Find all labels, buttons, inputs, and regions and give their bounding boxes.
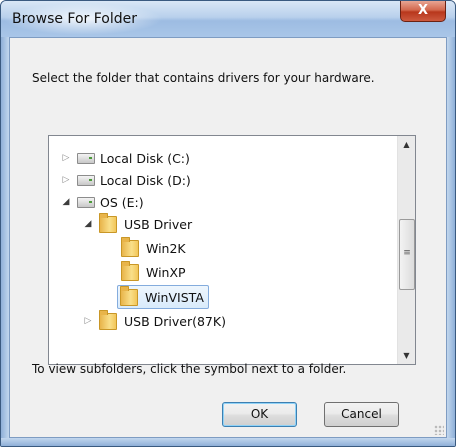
tree-item-win2k[interactable]: Win2K (121, 236, 186, 259)
collapse-arrow-icon[interactable]: ◢ (61, 197, 71, 207)
browse-for-folder-dialog: Browse For Folder X Select the folder th… (0, 0, 456, 447)
frame-bottom (1, 438, 455, 446)
tree-item-label: Win2K (146, 240, 186, 256)
instruction-text: Select the folder that contains drivers … (32, 71, 375, 85)
resize-grip-icon[interactable] (434, 425, 444, 435)
folder-icon (121, 236, 139, 257)
tree-item-label: Local Disk (C:) (100, 150, 190, 166)
folder-icon (120, 285, 138, 306)
drive-icon (77, 196, 95, 208)
tree-item-os-e[interactable]: ◢ OS (E:) (61, 191, 144, 213)
tree-item-label: WinVISTA (145, 289, 204, 305)
hint-text: To view subfolders, click the symbol nex… (32, 362, 347, 376)
tree-item-label: OS (E:) (100, 194, 144, 210)
tree-item-winxp[interactable]: WinXP (121, 260, 186, 283)
drive-icon (77, 174, 95, 186)
vertical-scrollbar[interactable]: ▲ ≡ ▼ (397, 136, 415, 364)
tree-item-label: Local Disk (D:) (100, 172, 191, 188)
tree-item-local-disk-c[interactable]: ▷ Local Disk (C:) (61, 147, 190, 169)
tree-item-label: USB Driver(87K) (124, 313, 226, 329)
drive-icon (77, 152, 95, 164)
tree-item-local-disk-d[interactable]: ▷ Local Disk (D:) (61, 169, 191, 191)
folder-icon (121, 260, 139, 281)
folder-icon (99, 212, 117, 233)
cancel-button[interactable]: Cancel (324, 402, 399, 427)
scroll-up-arrow-icon[interactable]: ▲ (398, 136, 415, 153)
tree-item-winvista[interactable]: WinVISTA (117, 285, 209, 309)
tree-item-label: WinXP (146, 264, 186, 280)
scrollbar-thumb[interactable]: ≡ (399, 219, 415, 290)
title-bar: Browse For Folder X (1, 1, 455, 37)
collapse-arrow-icon[interactable]: ◢ (83, 219, 93, 229)
close-button[interactable]: X (400, 1, 446, 22)
tree-item-label: USB Driver (124, 216, 193, 232)
folder-tree[interactable]: ▷ Local Disk (C:) ▷ Local Disk (D:) ◢ OS… (48, 135, 416, 365)
expand-arrow-icon[interactable]: ▷ (61, 175, 71, 185)
window-title: Browse For Folder (12, 11, 138, 27)
expand-arrow-icon[interactable]: ▷ (61, 153, 71, 163)
scroll-down-arrow-icon[interactable]: ▼ (398, 347, 415, 364)
frame-right (447, 37, 455, 446)
ok-button[interactable]: OK (222, 402, 297, 427)
dialog-body: Select the folder that contains drivers … (9, 37, 447, 438)
tree-item-usb-driver-87k[interactable]: ▷ USB Driver(87K) (83, 309, 226, 332)
frame-left (1, 37, 9, 446)
expand-arrow-icon[interactable]: ▷ (83, 316, 93, 326)
tree-item-usb-driver[interactable]: ◢ USB Driver (83, 212, 193, 235)
folder-icon (99, 309, 117, 330)
